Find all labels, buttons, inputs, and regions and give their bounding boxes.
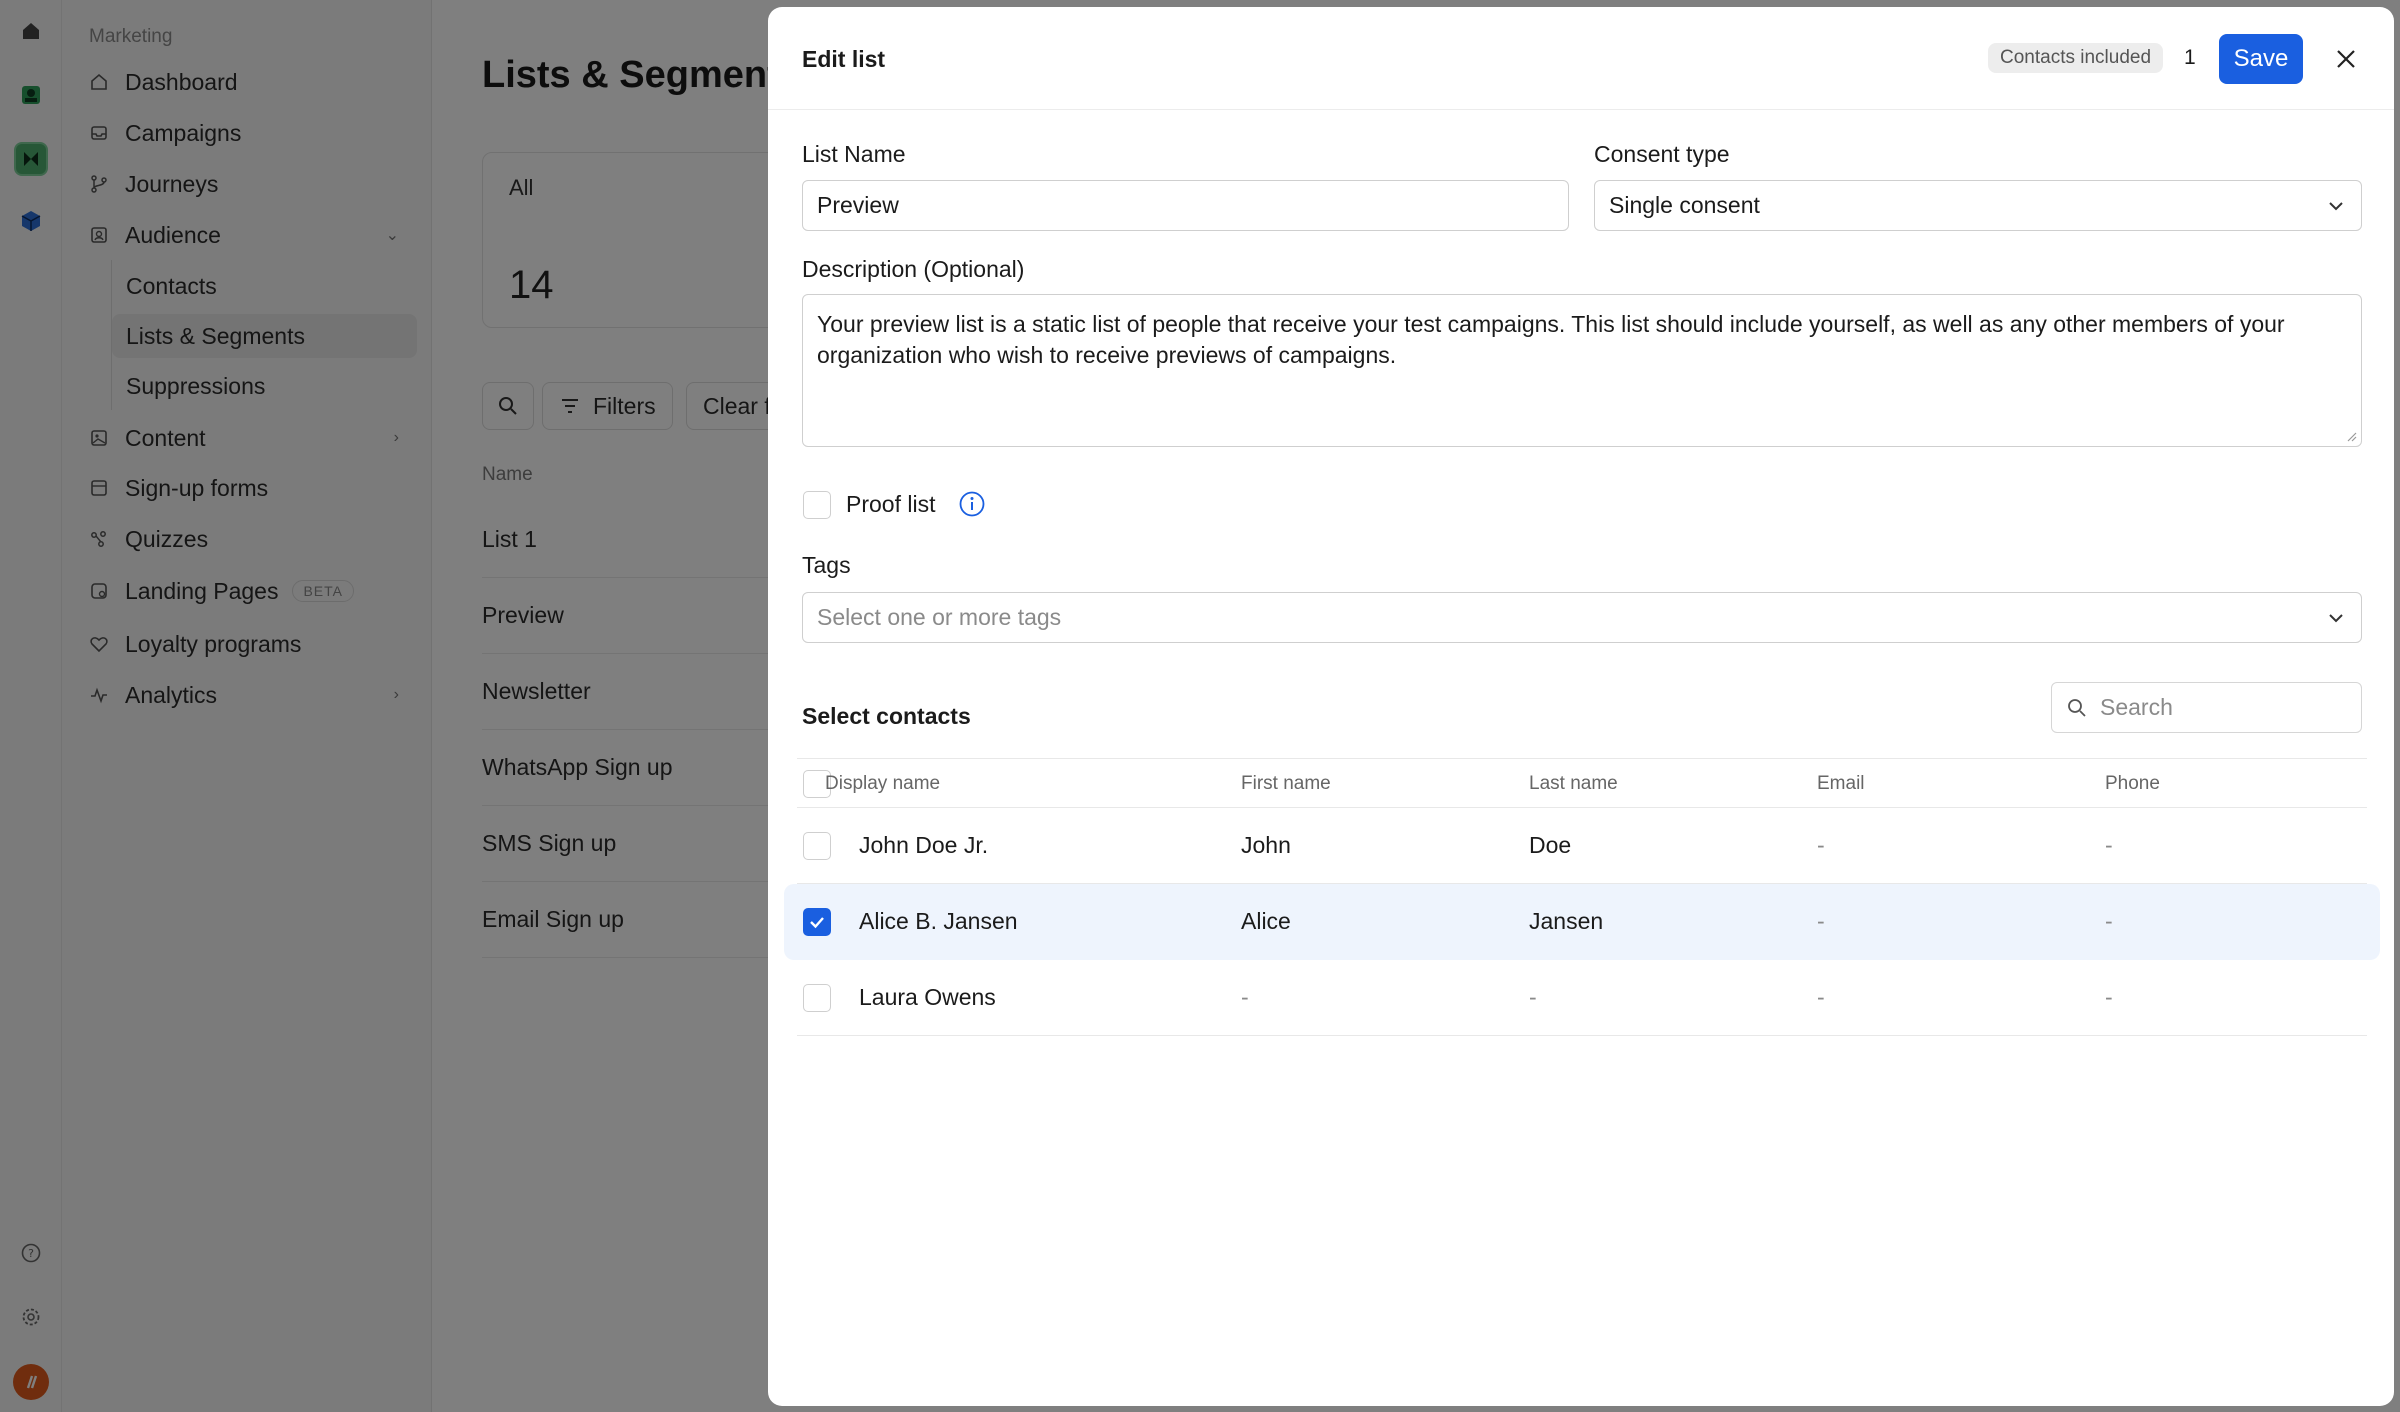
cell-phone: - [2105, 984, 2113, 1010]
consent-type-select[interactable]: Single consent [1594, 180, 2362, 231]
row-checkbox[interactable] [803, 984, 831, 1012]
table-row[interactable]: Laura Owens - - - - [797, 960, 2367, 1036]
list-name-input[interactable]: Preview [802, 180, 1569, 231]
consent-type-label: Consent type [1594, 141, 1730, 167]
row-checkbox-checked[interactable] [803, 908, 831, 936]
cell-display-name: Alice B. Jansen [859, 908, 1018, 934]
cell-phone: - [2105, 832, 2113, 858]
description-label: Description (Optional) [802, 256, 1025, 282]
modal-title: Edit list [802, 46, 886, 72]
table-row-selected[interactable]: Alice B. Jansen Alice Jansen - - [784, 884, 2380, 960]
cell-last-name: Jansen [1529, 908, 1604, 934]
edit-list-modal: Edit list Contacts included 1 Save List … [768, 7, 2394, 1406]
resize-handle-icon [2347, 432, 2357, 442]
table-row[interactable]: John Doe Jr. John Doe - - [797, 808, 2367, 884]
save-button[interactable]: Save [2219, 34, 2303, 84]
column-header-email[interactable]: Email [1817, 773, 1865, 795]
cell-last-name: - [1529, 984, 1537, 1010]
cell-display-name: John Doe Jr. [859, 832, 989, 858]
tags-placeholder: Select one or more tags [817, 604, 1062, 630]
search-placeholder: Search [2100, 694, 2173, 720]
chevron-down-icon [2329, 202, 2343, 211]
column-label: Display name [825, 773, 941, 794]
tags-label: Tags [802, 552, 851, 578]
description-textarea[interactable]: Your preview list is a static list of pe… [802, 294, 2362, 447]
cell-email: - [1817, 984, 1825, 1010]
description-text: Your preview list is a static list of pe… [817, 311, 2285, 368]
column-header-first-name[interactable]: First name [1241, 773, 1331, 795]
contacts-search-input[interactable]: Search [2051, 682, 2362, 733]
cell-last-name: Doe [1529, 832, 1572, 858]
search-icon [2068, 698, 2086, 717]
column-header-last-name[interactable]: Last name [1529, 773, 1618, 795]
checkmark-icon [810, 917, 824, 929]
contacts-included-count: 1 [2184, 46, 2196, 69]
modal-header: Edit list Contacts included 1 Save [768, 7, 2394, 110]
cell-email: - [1817, 908, 1825, 934]
tags-select[interactable]: Select one or more tags [802, 592, 2362, 643]
cell-phone: - [2105, 908, 2113, 934]
info-icon[interactable] [958, 490, 986, 518]
close-icon[interactable] [2330, 43, 2362, 75]
contacts-table-header: Display name First name Last name Email … [797, 758, 2367, 808]
cell-email: - [1817, 832, 1825, 858]
consent-type-value: Single consent [1609, 192, 1760, 218]
column-header-phone[interactable]: Phone [2105, 773, 2160, 795]
list-name-label: List Name [802, 141, 906, 167]
cell-first-name: Alice [1241, 908, 1291, 934]
row-checkbox[interactable] [803, 832, 831, 860]
chevron-down-icon [2329, 614, 2343, 623]
proof-list-label: Proof list [846, 491, 936, 517]
cell-first-name: John [1241, 832, 1291, 858]
select-contacts-title: Select contacts [802, 703, 971, 729]
cell-display-name: Laura Owens [859, 984, 996, 1010]
proof-list-checkbox[interactable] [803, 491, 831, 519]
contacts-included-badge: Contacts included [1988, 43, 2164, 73]
cell-first-name: - [1241, 984, 1249, 1010]
